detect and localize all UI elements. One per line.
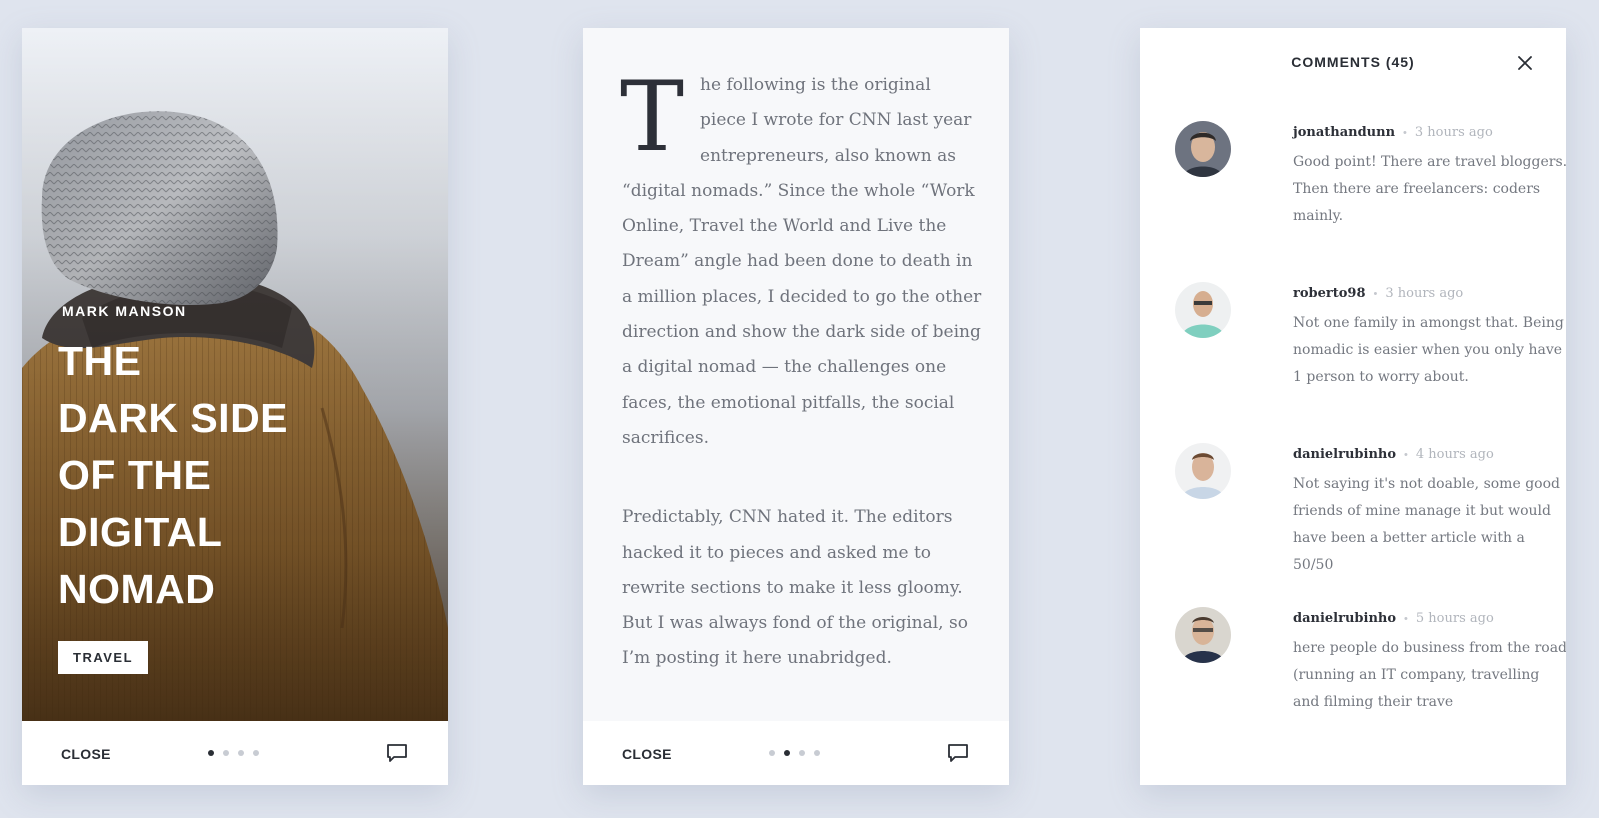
- page-dot-1[interactable]: [208, 750, 214, 756]
- page-dot-4[interactable]: [814, 750, 820, 756]
- separator-dot: •: [1404, 449, 1408, 461]
- drop-cap: T: [620, 61, 685, 173]
- comment-time: 4 hours ago: [1415, 447, 1494, 462]
- author-name: MARK MANSON: [62, 303, 187, 319]
- comment-author[interactable]: danielrubinho: [1293, 447, 1396, 462]
- avatar-image: [1175, 443, 1231, 499]
- close-button[interactable]: CLOSE: [622, 746, 672, 762]
- article-title: THE DARK SIDE OF THE DIGITAL NOMAD: [58, 333, 358, 618]
- page-indicator: [208, 750, 259, 756]
- comment-author[interactable]: jonathandunn: [1293, 125, 1395, 140]
- page-dot-3[interactable]: [799, 750, 805, 756]
- comment-text: Good point! There are travel bloggers. T…: [1293, 154, 1566, 224]
- speech-bubble-icon: [948, 744, 968, 762]
- comments-title: COMMENTS (45): [1291, 54, 1415, 70]
- separator-dot: •: [1403, 127, 1407, 139]
- page-indicator: [769, 750, 820, 756]
- bottom-bar: CLOSE: [22, 721, 448, 785]
- comment-author[interactable]: danielrubinho: [1293, 611, 1396, 626]
- cover-card: MARK MANSON THE DARK SIDE OF THE DIGITAL…: [22, 28, 448, 785]
- comment-meta: danielrubinho • 5 hours ago: [1293, 609, 1494, 627]
- close-comments-button[interactable]: [1516, 54, 1534, 72]
- avatar-image: [1175, 607, 1231, 663]
- separator-dot: •: [1404, 613, 1408, 625]
- comments-card: COMMENTS (45) jonathandunn • 3 hours ago G…: [1140, 28, 1566, 785]
- title-line: DARK SIDE: [58, 395, 289, 441]
- page-dot-2[interactable]: [223, 750, 229, 756]
- comment-time: 3 hours ago: [1385, 286, 1464, 301]
- comment-meta: jonathandunn • 3 hours ago: [1293, 123, 1493, 141]
- page-dot-1[interactable]: [769, 750, 775, 756]
- comment-meta: danielrubinho • 4 hours ago: [1293, 445, 1494, 463]
- article-card: The following is the original piece I wr…: [583, 28, 1009, 785]
- avatar[interactable]: [1175, 121, 1231, 177]
- comment-time: 3 hours ago: [1414, 125, 1493, 140]
- page-dot-2[interactable]: [784, 750, 790, 756]
- paragraph-1: The following is the original piece I wr…: [620, 61, 982, 456]
- cover-image: MARK MANSON THE DARK SIDE OF THE DIGITAL…: [22, 28, 448, 721]
- category-tag-button[interactable]: TRAVEL: [58, 641, 149, 674]
- avatar-image: [1175, 282, 1231, 338]
- avatar[interactable]: [1175, 607, 1231, 663]
- comment-author[interactable]: roberto98: [1293, 286, 1366, 301]
- comment-time: 5 hours ago: [1415, 611, 1494, 626]
- close-button[interactable]: CLOSE: [61, 746, 111, 762]
- comment-meta: roberto98 • 3 hours ago: [1293, 284, 1463, 302]
- title-line: OF THE: [58, 452, 212, 498]
- comment-text: here people do business from the road (r…: [1293, 640, 1566, 710]
- article-body: The following is the original piece I wr…: [620, 61, 982, 677]
- comment-text: Not one family in amongst that. Being no…: [1293, 315, 1564, 385]
- avatar[interactable]: [1175, 282, 1231, 338]
- speech-bubble-icon: [387, 744, 407, 762]
- close-x-icon: [1518, 56, 1532, 70]
- title-line: THE: [58, 338, 142, 384]
- comments-button[interactable]: [947, 743, 969, 763]
- title-line: NOMAD: [58, 566, 216, 612]
- separator-dot: •: [1373, 288, 1378, 300]
- title-line: DIGITAL: [58, 509, 223, 555]
- page-dot-4[interactable]: [253, 750, 259, 756]
- page-dot-3[interactable]: [238, 750, 244, 756]
- paragraph-2: Predictably, CNN hated it. The editors h…: [622, 507, 968, 669]
- avatar-image: [1175, 121, 1231, 177]
- comments-button[interactable]: [386, 743, 408, 763]
- comment-text: Not saying it's not doable, some good fr…: [1293, 476, 1560, 573]
- bottom-bar: CLOSE: [583, 721, 1009, 785]
- avatar[interactable]: [1175, 443, 1231, 499]
